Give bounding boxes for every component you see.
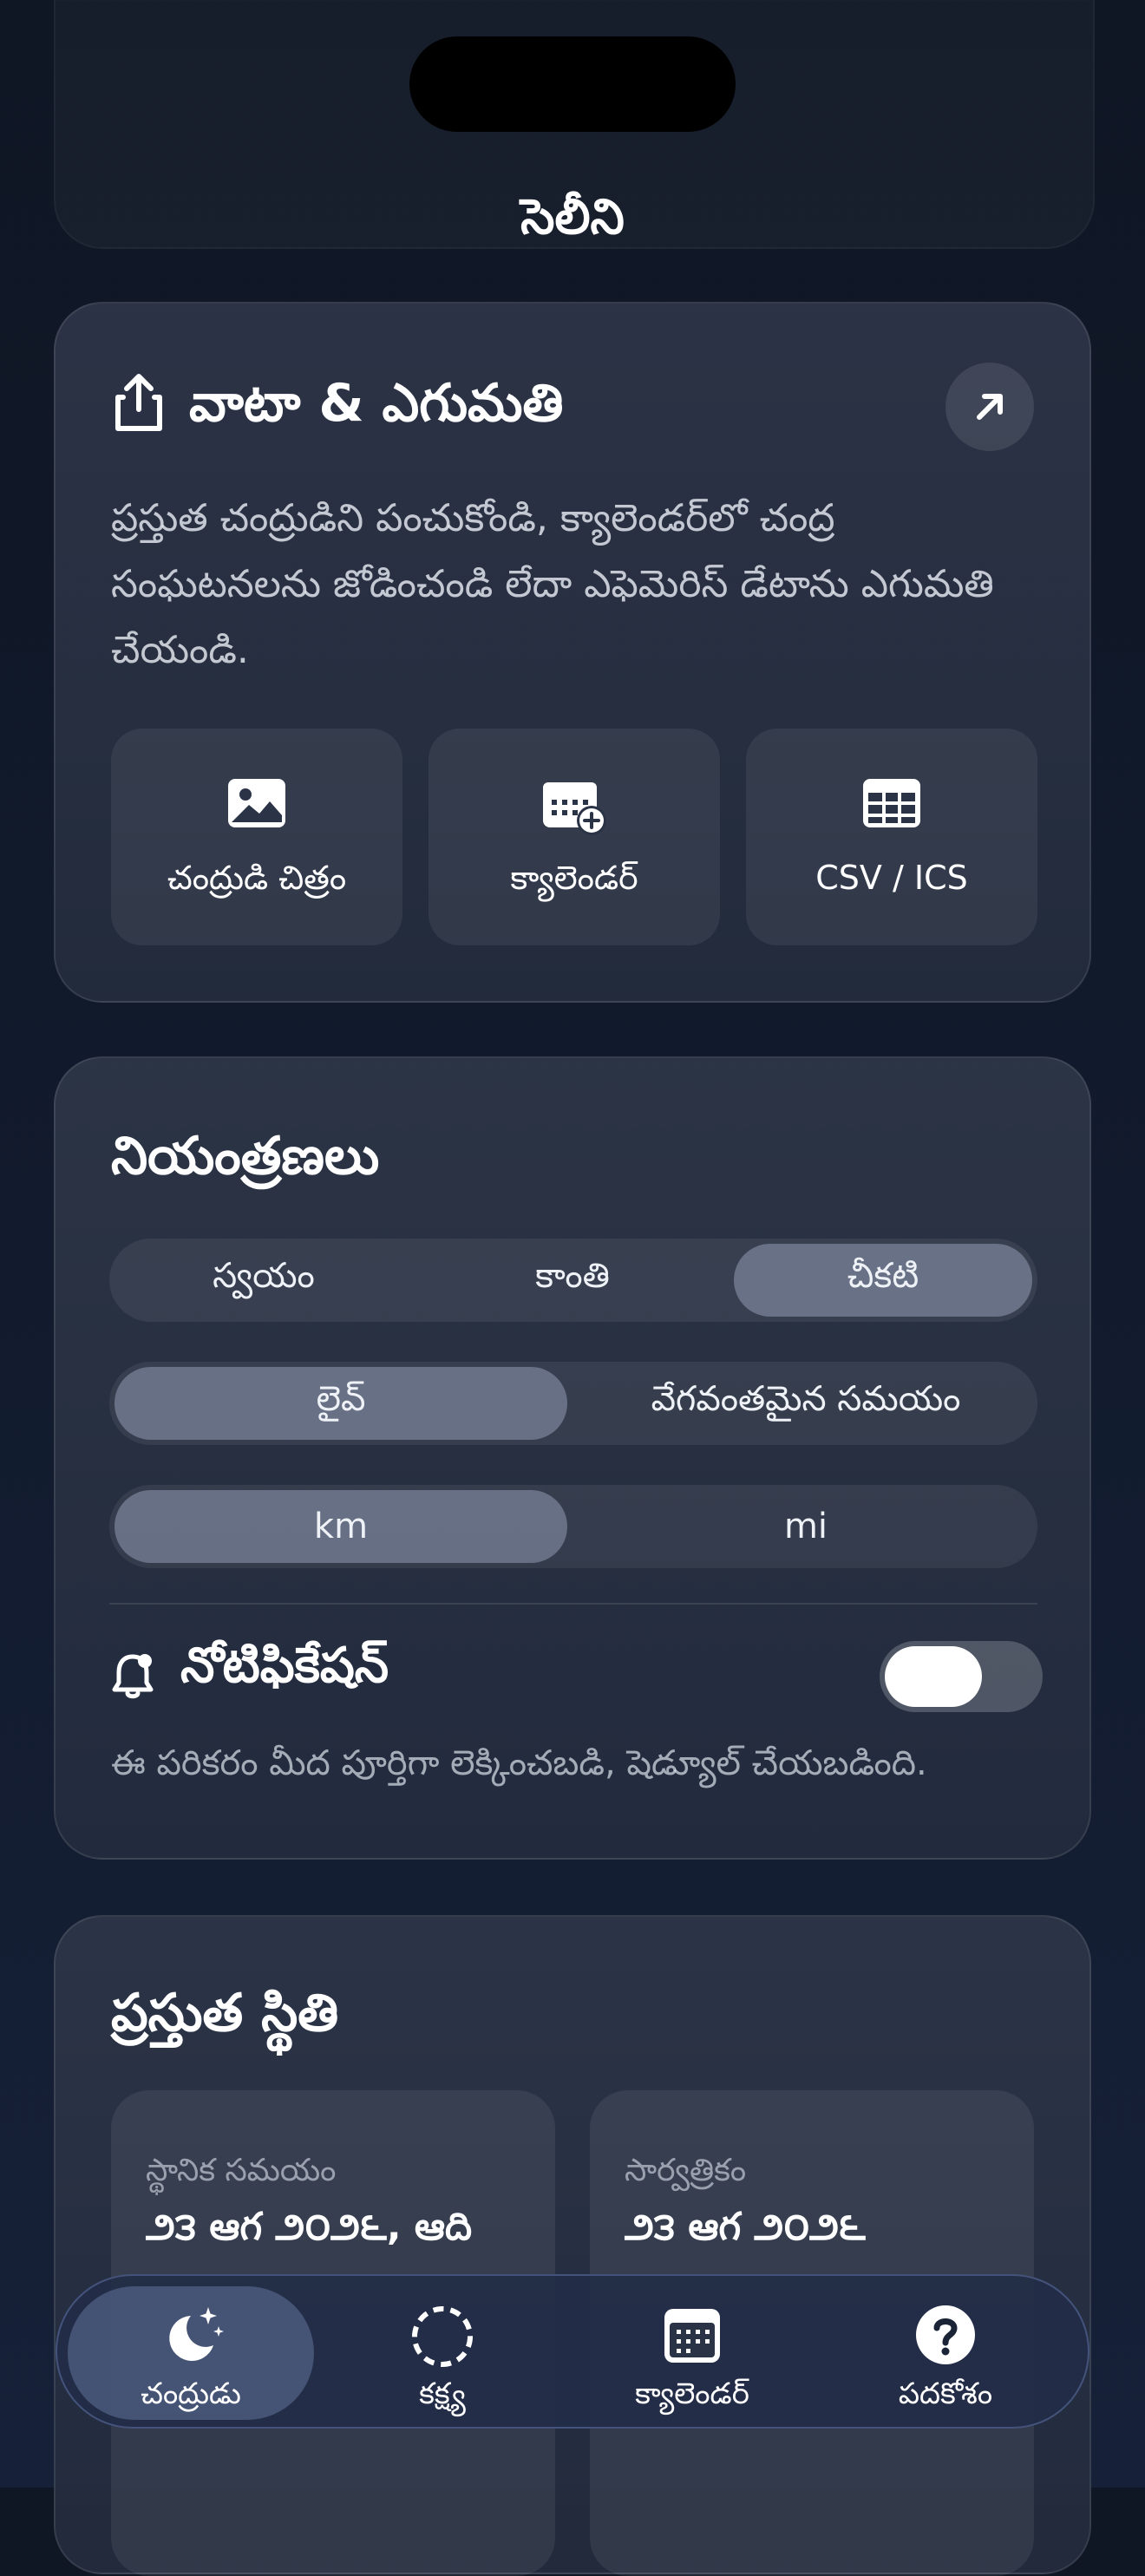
- controls-card: నియంత్రణలు స్వయం కాంతి చీకటి లైవ్ వేగవంత…: [54, 1056, 1091, 1860]
- notifications-toggle[interactable]: [880, 1641, 1043, 1712]
- current-status-card: ప్రస్తుత స్థితి స్థానిక సమయం ౨౩ ఆగ ౨౦౨౬,…: [54, 1915, 1091, 2576]
- time-segmented-control: లైవ్ వేగవంతమైన సమయం: [109, 1362, 1037, 1445]
- toggle-knob: [885, 1646, 982, 1707]
- help-icon: [916, 2305, 975, 2364]
- tab-calendar-label: క్యాలెండర్: [635, 2377, 749, 2411]
- csv-ics-tile[interactable]: CSV / ICS: [746, 729, 1037, 945]
- local-time-value: ౨౩ ఆగ ౨౦౨౬, ఆది: [146, 2205, 473, 2249]
- tab-glossary[interactable]: పదకోశం: [822, 2286, 1069, 2420]
- tab-moon-label: చంద్రుడు: [141, 2377, 241, 2411]
- unit-option-km[interactable]: km: [114, 1490, 567, 1563]
- share-icon: [115, 374, 162, 431]
- notifications-description: ఈ పరికరం మీద పూర్తిగా లెక్కించబడి, షెడ్య…: [111, 1743, 927, 1783]
- share-export-description: ప్రస్తుత చంద్రుడిని పంచుకోండి, క్యాలెండర…: [111, 496, 994, 672]
- calendar-add-icon: [543, 782, 606, 835]
- csv-ics-label: CSV / ICS: [815, 859, 968, 897]
- theme-segmented-control: స్వయం కాంతి చీకటి: [109, 1239, 1037, 1322]
- orbit-icon: [412, 2306, 473, 2367]
- controls-title: నియంత్రణలు: [111, 1126, 380, 1187]
- share-export-title: వాటా & ఎగుమతి: [189, 373, 564, 434]
- notifications-title: నోటిఫికేషన్: [180, 1638, 389, 1694]
- local-time-label: స్థానిక సమయం: [146, 2153, 337, 2188]
- tab-moon[interactable]: చంద్రుడు: [68, 2286, 314, 2420]
- theme-option-dark[interactable]: చీకటి: [734, 1244, 1032, 1317]
- theme-option-auto[interactable]: స్వయం: [114, 1244, 413, 1317]
- tab-calendar[interactable]: క్యాలెండర్: [569, 2286, 815, 2420]
- time-option-fast[interactable]: వేగవంతమైన సమయం: [579, 1367, 1032, 1440]
- time-option-live[interactable]: లైవ్: [114, 1367, 567, 1440]
- share-export-card: వాటా & ఎగుమతి ప్రస్తుత చంద్రుడిని పంచుకో…: [54, 302, 1091, 1003]
- app-title: సెలీని: [520, 189, 625, 245]
- open-export-button[interactable]: [945, 363, 1034, 451]
- tab-orbit[interactable]: కక్ష్య: [319, 2286, 566, 2420]
- calendar-icon: [664, 2309, 720, 2363]
- current-status-title: ప్రస్తుత స్థితి: [111, 1983, 339, 2043]
- universal-time-label: సార్వత్రికం: [625, 2153, 747, 2188]
- table-icon: [863, 779, 920, 827]
- universal-time-value: ౨౩ ఆగ ౨౦౨౬: [625, 2205, 866, 2249]
- theme-option-light[interactable]: కాంతి: [423, 1244, 722, 1317]
- arrow-up-right-icon: [977, 394, 1003, 420]
- dynamic-island: [409, 36, 736, 132]
- tab-bar: చంద్రుడు కక్ష్య క్యాలెండర్ పదకోశం: [56, 2274, 1089, 2429]
- unit-option-mi[interactable]: mi: [579, 1490, 1032, 1563]
- unit-segmented-control: km mi: [109, 1485, 1037, 1568]
- image-icon: [228, 779, 285, 827]
- moon-image-tile[interactable]: చంద్రుడి చిత్రం: [111, 729, 402, 945]
- tab-orbit-label: కక్ష్య: [419, 2377, 466, 2411]
- moon-image-label: చంద్రుడి చిత్రం: [167, 859, 347, 897]
- divider: [109, 1603, 1037, 1605]
- bell-icon: [112, 1654, 154, 1699]
- moon-stars-icon: [169, 2307, 224, 2361]
- calendar-tile-label: క్యాలెండర్: [510, 859, 638, 897]
- tab-glossary-label: పదకోశం: [898, 2377, 993, 2411]
- calendar-tile[interactable]: క్యాలెండర్: [429, 729, 720, 945]
